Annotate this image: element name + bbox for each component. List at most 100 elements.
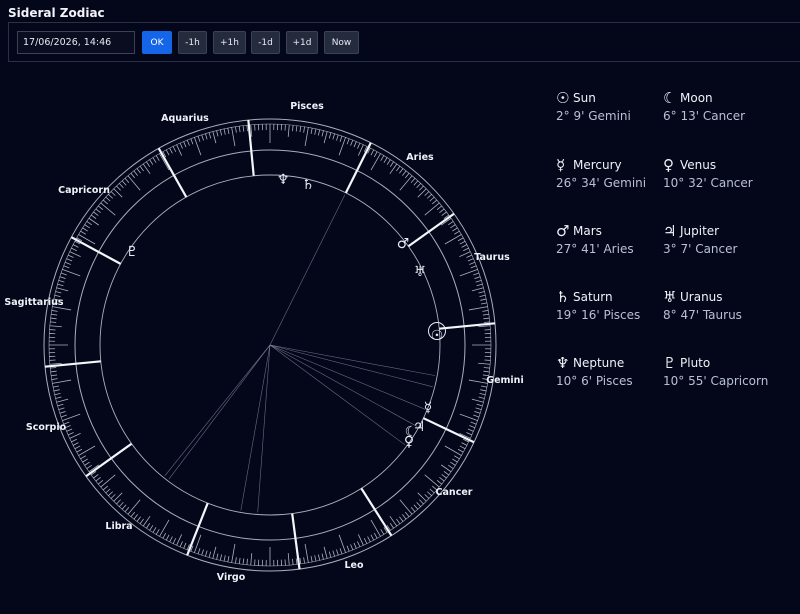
- degree-tick: [63, 265, 70, 269]
- planet-name: Neptune: [573, 356, 625, 370]
- degree-tick: [51, 313, 58, 316]
- degree-tick: [53, 389, 60, 392]
- degree-tick: [314, 555, 317, 562]
- venus-glyph-icon: ♀: [404, 434, 414, 450]
- degree-tick: [113, 492, 123, 502]
- uranus-icon: ♅: [663, 288, 677, 306]
- degree-tick: [310, 555, 313, 563]
- degree-tick: [426, 193, 432, 199]
- degree-tick: [50, 370, 57, 373]
- degree-tick: [130, 172, 136, 179]
- pluto-icon: ♇: [663, 354, 677, 372]
- planet-line: [269, 344, 406, 446]
- degree-tick: [463, 247, 469, 252]
- degree-tick: [121, 504, 127, 510]
- degree-tick: [454, 455, 460, 460]
- degree-tick: [416, 501, 422, 507]
- sign-label-libra: Libra: [105, 521, 132, 532]
- sign-cusp-line: [407, 212, 455, 248]
- planet-name: Moon: [680, 91, 713, 105]
- degree-tick: [483, 370, 490, 373]
- degree-tick: [404, 511, 410, 518]
- planet-item-mars: ♂ Mars 27° 41' Aries: [556, 221, 666, 256]
- mercury-glyph-icon: ☿: [424, 400, 433, 416]
- degree-tick: [51, 378, 58, 380]
- degree-tick: [454, 230, 460, 235]
- degree-tick: [118, 501, 124, 507]
- degree-tick: [169, 536, 173, 543]
- degree-tick: [450, 461, 456, 466]
- degree-tick: [219, 554, 223, 561]
- degree-tick: [373, 151, 378, 158]
- degree-tick: [389, 523, 394, 529]
- degree-tick: [332, 550, 335, 557]
- sign-label-aries: Aries: [406, 152, 434, 163]
- degree-tick: [71, 438, 77, 443]
- degree-tick: [139, 165, 144, 172]
- degree-tick: [57, 283, 64, 287]
- degree-tick: [483, 321, 490, 323]
- degree-tick: [475, 407, 482, 410]
- degree-tick: [468, 379, 488, 384]
- planet-item-uranus: ♅ Uranus 8° 47' Taurus: [663, 287, 773, 322]
- degree-tick: [402, 514, 407, 520]
- degree-tick: [197, 135, 201, 142]
- degree-tick: [100, 474, 116, 488]
- planet-header: ♄ Saturn: [556, 287, 666, 307]
- degree-tick: [386, 159, 391, 165]
- degree-tick: [84, 461, 90, 466]
- degree-tick: [55, 291, 62, 294]
- degree-tick: [186, 139, 190, 146]
- sign-cusp-line: [70, 236, 122, 265]
- planet-item-sun: ☉ Sun 2° 9' Gemini: [556, 88, 666, 123]
- sign-label-pisces: Pisces: [290, 101, 324, 112]
- degree-tick: [444, 234, 462, 245]
- degree-tick: [328, 551, 332, 558]
- degree-tick: [357, 541, 361, 548]
- degree-tick: [304, 543, 309, 563]
- planet-item-neptune: ♆ Neptune 10° 6' Pisces: [556, 353, 666, 388]
- degree-tick: [133, 514, 138, 520]
- degree-tick: [69, 251, 81, 258]
- degree-tick: [172, 146, 177, 152]
- degree-tick: [93, 211, 99, 216]
- degree-tick: [436, 479, 443, 485]
- planet-header: ☾ Moon: [663, 88, 773, 108]
- degree-tick: [380, 529, 385, 535]
- degree-tick: [58, 280, 65, 283]
- degree-tick: [483, 317, 490, 320]
- degree-tick: [80, 230, 86, 235]
- sign-cusp-line: [157, 147, 188, 198]
- sun-glyph-icon: ☉: [431, 328, 444, 344]
- degree-tick: [250, 553, 253, 566]
- neptune-icon: ♆: [556, 354, 570, 372]
- degree-tick: [152, 527, 157, 533]
- degree-tick: [323, 546, 328, 559]
- degree-tick: [212, 131, 217, 144]
- degree-tick: [124, 507, 130, 513]
- degree-tick: [102, 199, 108, 205]
- degree-tick: [303, 126, 305, 133]
- degree-tick: [113, 188, 123, 198]
- degree-tick: [417, 492, 427, 502]
- degree-tick: [457, 448, 464, 453]
- planet-item-venus: ♀ Venus 10° 32' Cancer: [663, 155, 773, 190]
- degree-tick: [480, 298, 487, 301]
- degree-tick: [380, 155, 385, 161]
- degree-tick: [314, 128, 317, 135]
- degree-tick: [60, 414, 67, 418]
- degree-tick: [373, 532, 378, 539]
- degree-tick: [480, 302, 488, 305]
- degree-tick: [208, 132, 212, 139]
- planet-header: ♀ Venus: [663, 155, 773, 175]
- degree-tick: [183, 542, 187, 549]
- degree-tick: [74, 445, 81, 450]
- degree-tick: [133, 170, 138, 176]
- degree-tick: [246, 125, 248, 132]
- degree-tick: [429, 196, 435, 202]
- planet-position: 10° 6' Pisces: [556, 374, 633, 388]
- degree-tick: [52, 379, 72, 384]
- venus-icon: ♀: [663, 156, 674, 174]
- planet-header: ☉ Sun: [556, 88, 666, 108]
- sign-labels: Aries Taurus Gemini Cancer Leo Virgo Libra Scor…: [4, 101, 523, 583]
